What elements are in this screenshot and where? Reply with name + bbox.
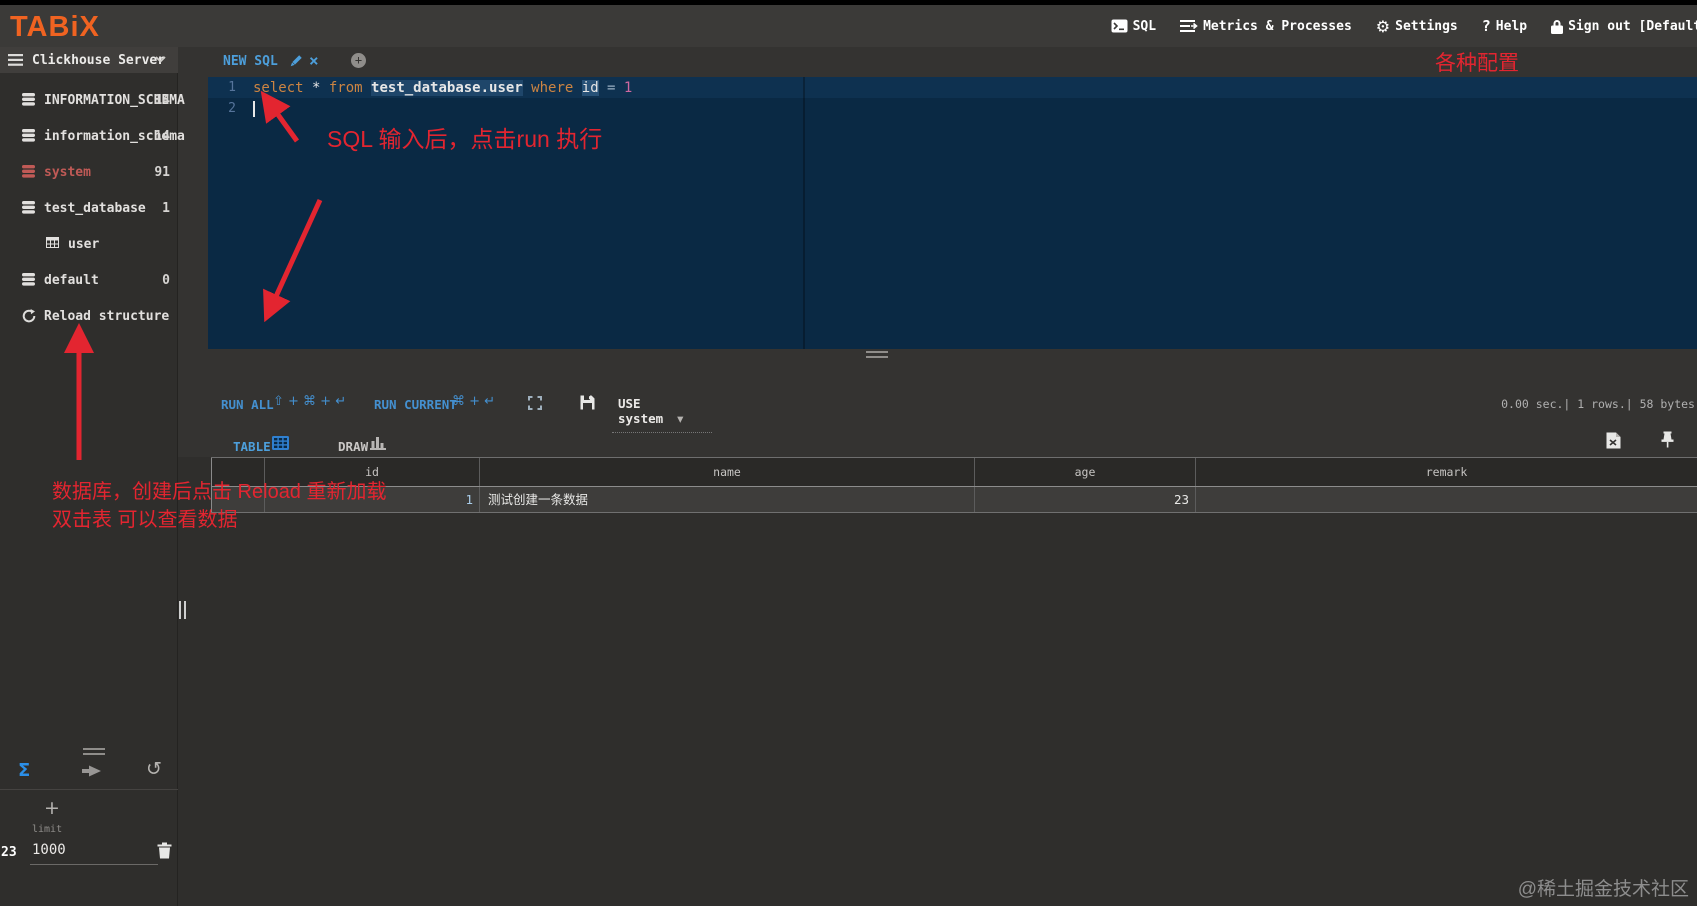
result-table-row[interactable]: 1 测试创建一条数据 23 (211, 487, 1697, 513)
sidebar-panel-splitter[interactable] (83, 748, 105, 755)
sql-keyword-where: where (522, 80, 582, 96)
chevron-down-icon (155, 56, 166, 63)
table-view-icon[interactable] (272, 436, 289, 450)
database-icon (22, 129, 35, 142)
tabix-app: TABiX SQL Metrics & Processes ⚙ Settings… (0, 0, 1697, 906)
annotation-dblclick-note: 双击表 可以查看数据 (52, 509, 238, 531)
fullscreen-icon[interactable] (528, 396, 542, 410)
sidebar-item-test-database[interactable]: test_database 1 (0, 198, 178, 220)
limit-field-label: limit (32, 824, 63, 835)
menu-settings[interactable]: ⚙ Settings (1376, 17, 1458, 36)
watermark: @稀土掘金技术社区 (1517, 879, 1689, 900)
edit-pencil-icon[interactable] (288, 54, 303, 69)
line-number-1: 1 (228, 80, 236, 95)
send-icon[interactable] (81, 764, 102, 778)
reload-icon (22, 309, 36, 323)
sidebar-item-system[interactable]: system 91 (0, 162, 178, 184)
hamburger-icon (8, 54, 23, 66)
row-count-badge: 23 (1, 845, 17, 860)
sidebar-item-default[interactable]: default 0 (0, 270, 178, 292)
export-file-icon[interactable] (1606, 432, 1621, 449)
tabix-logo: TABiX (10, 11, 100, 43)
annotation-config: 各种配置 (1435, 52, 1519, 75)
server-name: Clickhouse Server (32, 52, 166, 68)
database-icon (22, 165, 35, 178)
cell-name: 测试创建一条数据 (479, 487, 974, 512)
metrics-list-icon (1180, 19, 1198, 33)
tab-table-view[interactable]: TABLE (233, 439, 271, 454)
sql-code-line: select * from test_database.user where i… (253, 80, 632, 96)
query-stats: 0.00 sec.| 1 rows.| 58 bytes (1501, 397, 1695, 411)
menu-sql[interactable]: SQL (1111, 19, 1156, 34)
editor-print-margin (803, 77, 805, 349)
line-number-2: 2 (228, 101, 236, 116)
text-cursor (253, 101, 255, 117)
sidebar-item-reload-structure[interactable]: Reload structure (0, 306, 178, 328)
column-header-name[interactable]: name (479, 458, 974, 486)
column-header-age[interactable]: age (974, 458, 1195, 486)
server-selector[interactable]: Clickhouse Server (0, 47, 178, 73)
tab-new-sql[interactable]: NEW SQL (223, 54, 278, 69)
sql-keyword-select: select (253, 80, 313, 96)
editor-result-splitter[interactable] (866, 351, 888, 358)
cell-remark (1195, 487, 1697, 512)
history-icon[interactable]: ↺ (146, 758, 162, 780)
annotation-reload-note: 数据库，创建后点击 Reload 重新加载 (52, 481, 387, 503)
sql-column-name: id (581, 80, 599, 96)
top-menu: SQL Metrics & Processes ⚙ Settings ? Hel… (1111, 5, 1697, 47)
sidebar-item-information-schema-lower[interactable]: information_schema 14 (0, 126, 185, 148)
sidebar-footer-divider (0, 789, 178, 790)
run-all-shortcut: ⇧ + ⌘ + ↵ (273, 394, 347, 409)
close-tab-icon[interactable]: × (309, 51, 319, 70)
sql-keyword-from: from (328, 80, 372, 96)
run-current-shortcut: ⌘ + ↵ (452, 394, 496, 409)
sidebar-item-table-user[interactable]: user (0, 234, 178, 256)
sidebar-main-splitter[interactable] (179, 601, 189, 623)
database-icon (22, 273, 35, 286)
menu-sign-out[interactable]: Sign out [Default] (1551, 19, 1697, 34)
add-parameter-button[interactable]: + (44, 797, 60, 819)
question-icon: ? (1481, 17, 1491, 35)
trash-icon[interactable] (157, 842, 172, 859)
column-header-remark[interactable]: remark (1195, 458, 1697, 486)
sql-value: 1 (623, 80, 633, 96)
gear-icon: ⚙ (1375, 16, 1391, 36)
sql-editor[interactable] (208, 77, 1697, 349)
terminal-icon (1111, 19, 1128, 33)
pin-icon[interactable] (1661, 431, 1674, 448)
add-tab-button[interactable]: + (351, 53, 366, 68)
sql-star: * (312, 80, 329, 96)
annotation-run-note: SQL 输入后，点击run 执行 (327, 126, 603, 152)
sigma-aggregate-icon[interactable]: Σ (18, 760, 30, 781)
sql-operator: = (598, 80, 624, 96)
chart-bars-icon[interactable] (370, 435, 387, 450)
lock-icon (1551, 19, 1564, 34)
database-icon (22, 201, 35, 214)
dropdown-arrow-icon: ▾ (677, 411, 684, 426)
sql-table-name: test_database.user (371, 80, 523, 96)
tab-draw-view[interactable]: DRAW (338, 439, 368, 454)
menu-metrics-processes[interactable]: Metrics & Processes (1180, 19, 1352, 34)
result-table: id name age remark 1 测试创建一条数据 23 (211, 457, 1697, 513)
run-all-button[interactable]: RUN ALL (221, 397, 274, 412)
menu-help[interactable]: ? Help (1482, 17, 1527, 35)
database-icon (22, 93, 35, 106)
table-grid-icon (46, 237, 59, 248)
result-table-header-row: id name age remark (211, 457, 1697, 487)
limit-input[interactable] (30, 840, 158, 865)
save-icon[interactable] (580, 395, 595, 410)
sidebar-item-information-schema-upper[interactable]: INFORMATION_SCHEMA 14 (0, 90, 185, 112)
cell-age: 23 (974, 487, 1195, 512)
use-database-dropdown[interactable]: USE system ▾ (612, 392, 712, 433)
top-bar: TABiX SQL Metrics & Processes ⚙ Settings… (0, 5, 1697, 47)
run-current-button[interactable]: RUN CURRENT (374, 397, 457, 412)
